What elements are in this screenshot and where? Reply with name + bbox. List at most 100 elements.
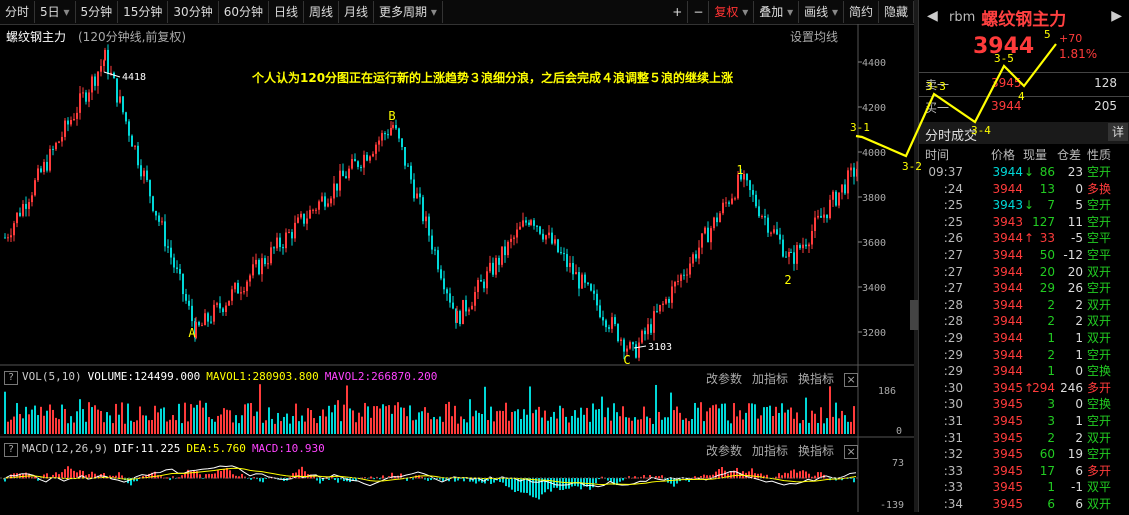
candle-body [149, 180, 151, 197]
volume-bar [820, 407, 822, 434]
trade-time: :27 [943, 248, 963, 262]
close-icon[interactable]: × [844, 445, 859, 459]
volume-bar [220, 414, 222, 434]
candle-body [689, 263, 691, 275]
chart-area[interactable]: 4400 4200 4000 3800 3600 3400 3200 A B C 1 2 4418 31… [0, 24, 914, 512]
macd-bar [535, 478, 537, 498]
toolbar-btn-items-7[interactable]: 周线 [304, 1, 340, 23]
volume-bar [439, 416, 441, 434]
chart-svg[interactable]: 4400 4200 4000 3800 3600 3400 3200 A B C 1 2 4418 31… [0, 24, 914, 512]
candle-body [270, 247, 272, 264]
y-tick-label: 3400 [862, 283, 886, 294]
help-icon[interactable]: ? [4, 371, 18, 385]
tab-time-sales[interactable]: 分时成交 [925, 125, 977, 144]
macd_panel-btn-2[interactable]: 换指标 [798, 444, 834, 458]
trade-time: :27 [943, 281, 963, 296]
volume_panel-btn-0[interactable]: 改参数 [706, 372, 742, 386]
toolbar-btn-items-3[interactable]: 15分钟 [118, 1, 169, 23]
candle-body [462, 300, 464, 325]
candle-body [288, 232, 290, 234]
toolbar-btn-right_items-6[interactable]: 隐藏 [879, 1, 914, 23]
macd_panel-btn-0[interactable]: 改参数 [706, 444, 742, 458]
volume-bar [754, 404, 756, 434]
toolbar-btn-items-0[interactable]: 分时 [0, 1, 36, 23]
volume-bar [355, 422, 357, 434]
candle-body [422, 197, 424, 222]
volume-bar [601, 396, 603, 434]
candle-body [4, 237, 6, 239]
toolbar-btn-items-6[interactable]: 日线 [269, 1, 304, 23]
toolbar-btn-items-1[interactable]: 5日 ▾ [35, 1, 76, 23]
candle-body [671, 286, 673, 303]
candle-body [533, 220, 535, 226]
volume_panel-btn-2[interactable]: 换指标 [798, 372, 834, 386]
volume-bar [532, 413, 534, 434]
volume-bar [817, 423, 819, 434]
candle-body [443, 278, 445, 290]
toolbar-btn-right_items-2[interactable]: 复权 ▾ [709, 1, 755, 23]
detail-button[interactable]: 详 [1108, 123, 1128, 141]
settings-ma-button[interactable]: 设置均线 [790, 28, 838, 45]
toolbar-btn-right_items-3[interactable]: 叠加 ▾ [754, 1, 800, 23]
volume-bar [475, 410, 477, 434]
macd-bar [595, 478, 597, 484]
volume_panel-btn-1[interactable]: 加指标 [752, 372, 788, 386]
toolbar-btn-items-4[interactable]: 30分钟 [168, 1, 219, 23]
candle-body [695, 254, 697, 259]
candle-body [67, 120, 69, 125]
candle-body [593, 290, 595, 294]
toolbar-btn-items-2[interactable]: 5分钟 [76, 1, 119, 23]
toolbar-btn-items-8[interactable]: 月线 [339, 1, 375, 23]
next-symbol-icon[interactable]: ▶ [1111, 8, 1122, 24]
volume-bar [805, 397, 807, 434]
price-change: +70 [1059, 32, 1083, 45]
macd-bar [805, 471, 807, 479]
candle-body [25, 203, 27, 209]
volume-bar [289, 423, 291, 434]
candle-body [578, 272, 580, 289]
collapse-handle[interactable] [910, 300, 918, 330]
trade-price: 3944 [992, 231, 1023, 246]
macd-bar [853, 478, 855, 483]
volume-bar [373, 406, 375, 434]
prev-symbol-icon[interactable]: ◀ [927, 8, 938, 24]
trade-price: 3944 [992, 181, 1023, 196]
volume-bar [493, 421, 495, 434]
volume-bar [685, 418, 687, 434]
volume-bar [586, 407, 588, 434]
toolbar-btn-right_items-0[interactable]: + [667, 1, 689, 23]
volume-bar [457, 423, 459, 434]
candle-body [100, 66, 102, 72]
close-icon[interactable]: × [844, 373, 859, 387]
toolbar-btn-right_items-4[interactable]: 画线 ▾ [799, 1, 844, 23]
wave-label: 1 [736, 163, 743, 177]
trade-volume: 1 [1047, 480, 1055, 495]
bid-row: 买一 3944 205 [925, 99, 1125, 117]
macd-bar [226, 467, 228, 479]
trade-nature: 空开 [1087, 447, 1112, 462]
volume_panel-volume_text: VOLUME:124499.000 [87, 370, 201, 383]
toolbar-btn-right_items-1[interactable]: − [688, 1, 710, 23]
help-icon[interactable]: ? [4, 443, 18, 457]
toolbar-btn-items-9[interactable]: 更多周期 ▾ [374, 1, 443, 23]
trade-volume: 29 [1039, 281, 1055, 296]
macd-bar [553, 478, 555, 488]
volume-bar [367, 406, 369, 434]
volume-bar [208, 417, 210, 434]
trade-volume: 2 [1047, 430, 1055, 445]
toolbar-btn-items-5[interactable]: 60分钟 [219, 1, 269, 23]
volume-bar [118, 414, 120, 434]
macd_panel-btn-1[interactable]: 加指标 [752, 444, 788, 458]
candle-body [710, 228, 712, 243]
candle-body [525, 220, 527, 223]
toolbar-btn-right_items-5[interactable]: 简约 [844, 1, 879, 23]
candle-body [46, 161, 48, 171]
vol-axis-max: 186 [878, 386, 896, 397]
volume-bar [352, 410, 354, 434]
volume-bar [16, 403, 18, 434]
trade-row: :25 3943 7 5 空开 ↓ [919, 197, 1129, 214]
trade-row: :31 3945 2 2 双开 [919, 430, 1129, 447]
candle-body [536, 225, 538, 227]
trade-volume: 17 [1039, 463, 1055, 478]
candle-body [273, 247, 275, 249]
